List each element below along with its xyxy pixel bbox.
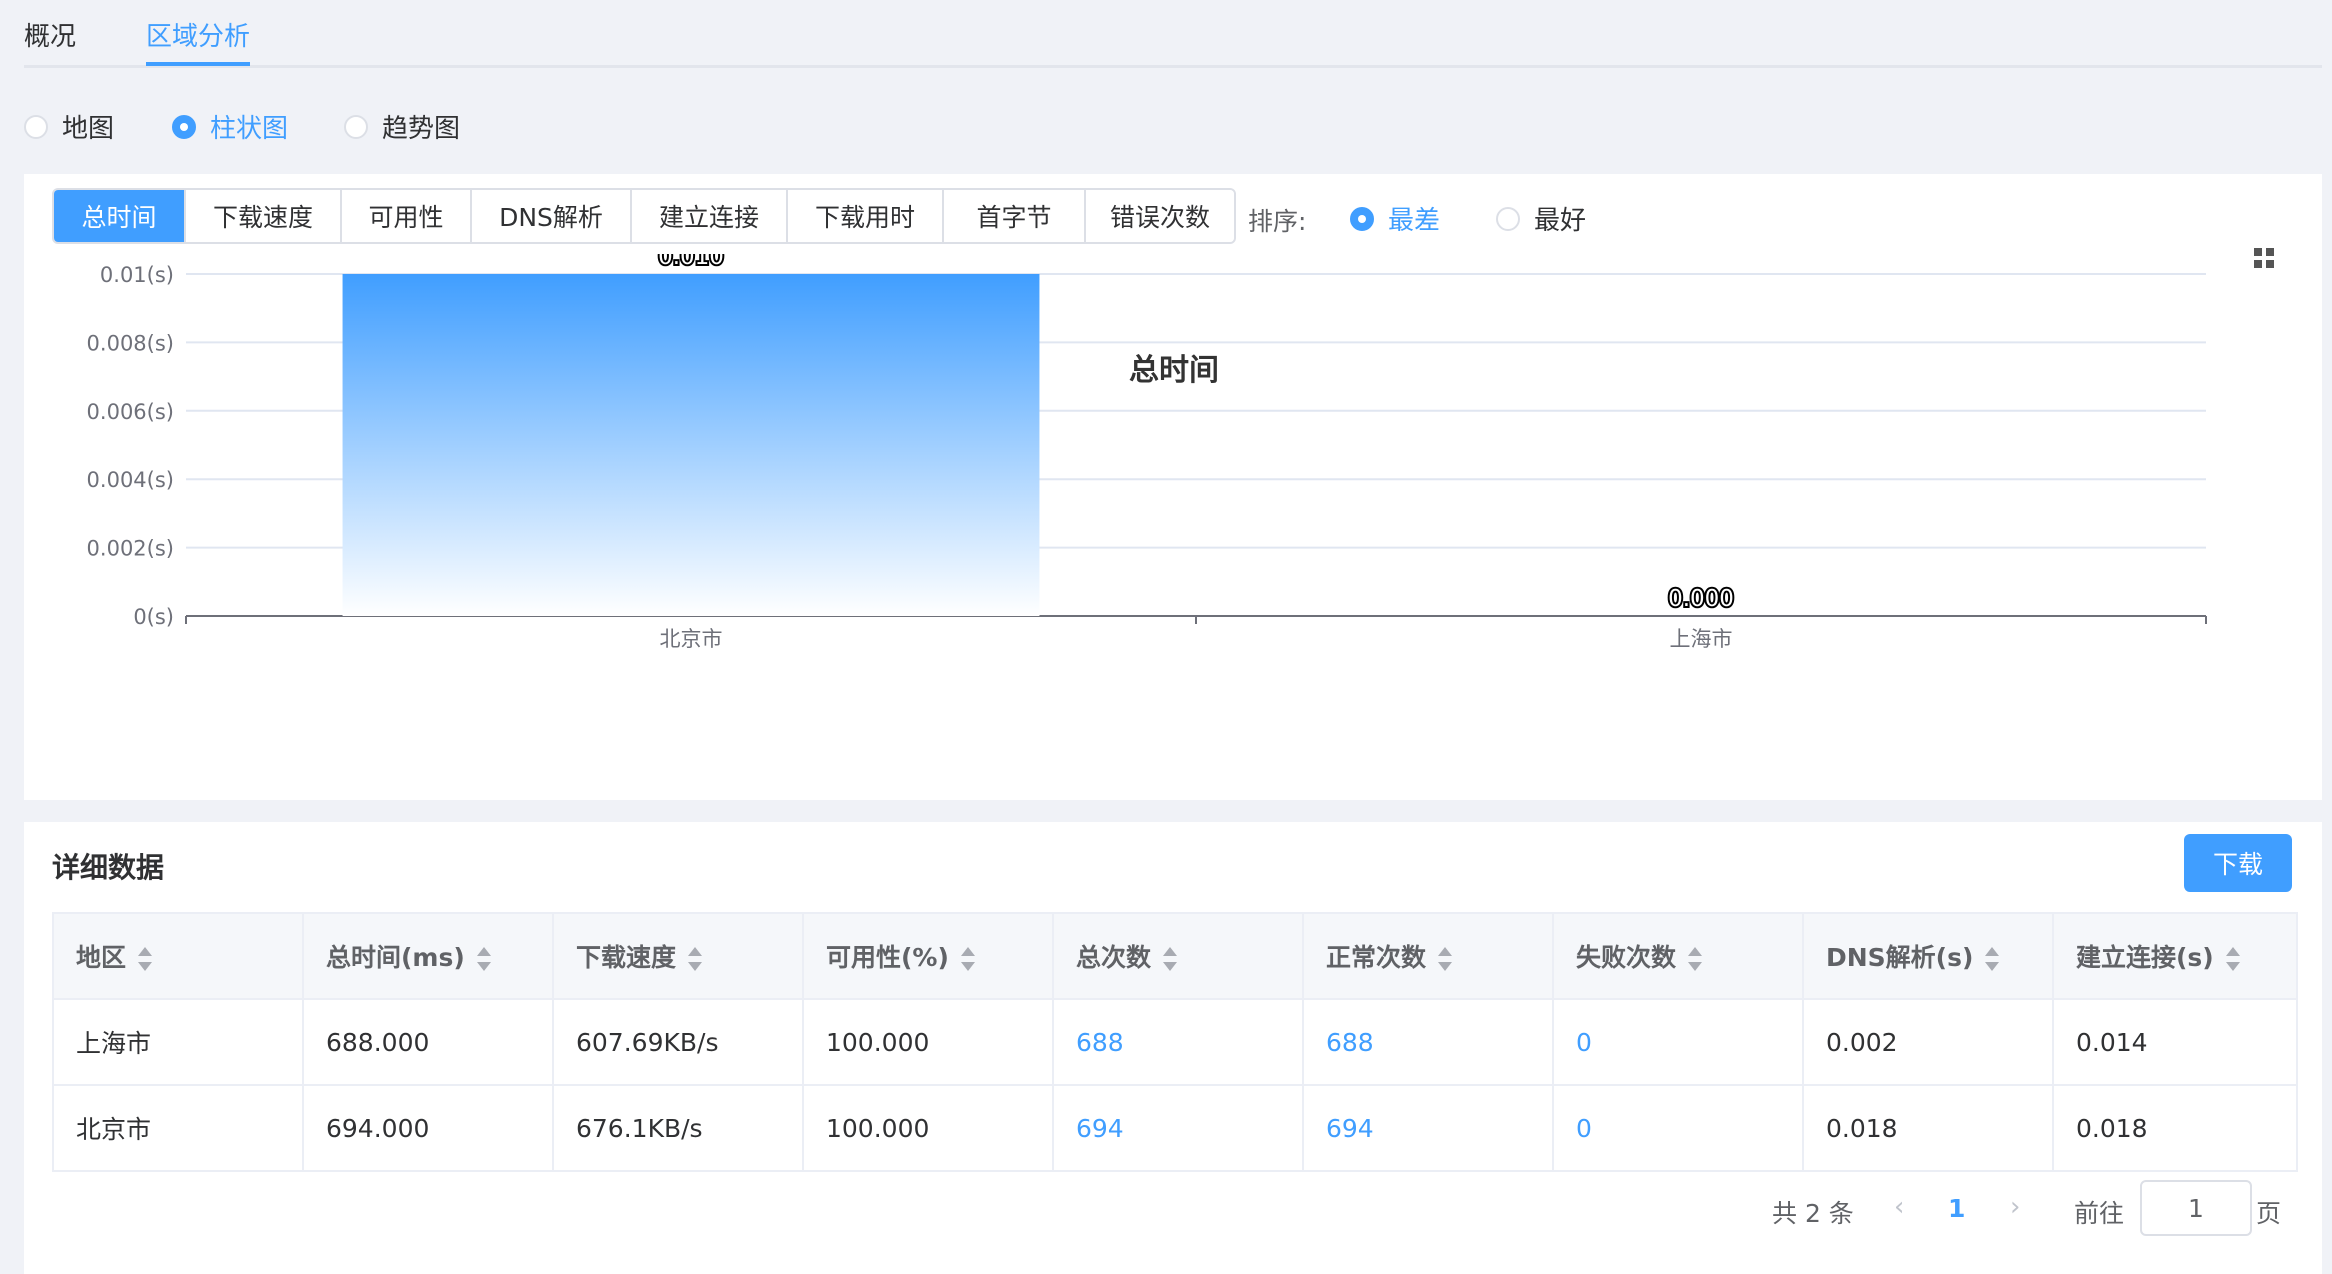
- radio-circle-icon: [344, 114, 368, 139]
- sort-caret-icon[interactable]: [1985, 947, 2000, 971]
- tab-overview[interactable]: 概况: [24, 16, 76, 53]
- metric-tab-availability[interactable]: 可用性: [342, 190, 472, 242]
- sort-caret-icon[interactable]: [1688, 947, 1703, 971]
- radio-checked-icon: [172, 114, 196, 139]
- cell-total-count-link[interactable]: 694: [1053, 1085, 1304, 1172]
- bar-chart: 总时间 0(s) 0.002(s) 0.004(s) 0.006(s) 0.008(s)…: [87, 254, 2207, 651]
- detail-panel: 详细数据 下载 地区 总时间(ms) 下载速度 可用性(%) 总次数 正常次数 …: [24, 822, 2322, 1274]
- cell-dns: 0.002: [1803, 999, 2054, 1086]
- cell-normal-count-link[interactable]: 688: [1303, 999, 1554, 1086]
- view-mode-bar-radio[interactable]: 柱状图: [172, 108, 288, 145]
- cell-connect: 0.014: [2053, 999, 2298, 1086]
- active-tab-indicator: [146, 62, 250, 66]
- y-tick-label: 0.006(s): [87, 400, 174, 424]
- pagination-page-suffix: 页: [2256, 1199, 2282, 1228]
- cell-connect: 0.018: [2053, 1085, 2298, 1172]
- y-tick-label: 0(s): [133, 605, 174, 629]
- sort-best-radio[interactable]: 最好: [1496, 200, 1586, 237]
- cell-region: 上海市: [53, 999, 304, 1086]
- sort-caret-icon[interactable]: [1163, 947, 1178, 971]
- column-header-region[interactable]: 地区: [53, 913, 304, 1000]
- sort-caret-icon[interactable]: [960, 947, 975, 971]
- sort-caret-icon[interactable]: [688, 947, 703, 971]
- data-label: 0.010: [658, 254, 724, 270]
- table-header-row: 地区 总时间(ms) 下载速度 可用性(%) 总次数 正常次数 失败次数 DNS…: [53, 913, 2298, 1000]
- cell-availability: 100.000: [803, 1085, 1054, 1172]
- column-header-availability[interactable]: 可用性(%): [803, 913, 1054, 1000]
- pagination: 共 2 条 ‹ 1 › 前往 页: [24, 1180, 2322, 1240]
- view-mode-map-label: 地图: [62, 114, 115, 144]
- tab-region-analysis[interactable]: 区域分析: [146, 16, 250, 53]
- table-row: 上海市 688.000 607.69KB/s 100.000 688 688 0…: [53, 999, 2298, 1086]
- top-tabs: 概况 区域分析: [24, 0, 2322, 68]
- chart-panel: 总时间 下载速度 可用性 DNS解析 建立连接 下载用时 首字节 错误次数 排序…: [24, 174, 2322, 800]
- x-tick-label: 北京市: [660, 627, 723, 651]
- metric-tab-errors[interactable]: 错误次数: [1086, 190, 1234, 242]
- metric-tabs: 总时间 下载速度 可用性 DNS解析 建立连接 下载用时 首字节 错误次数: [52, 188, 1236, 244]
- metric-tab-dns[interactable]: DNS解析: [472, 190, 632, 242]
- pagination-total: 共 2 条: [1772, 1199, 1854, 1228]
- cell-total-count-link[interactable]: 688: [1053, 999, 1304, 1086]
- chart-title: 总时间: [1129, 353, 1219, 388]
- metric-tab-download-time[interactable]: 下载用时: [788, 190, 944, 242]
- cell-normal-count-link[interactable]: 694: [1303, 1085, 1554, 1172]
- cell-total-time: 688.000: [303, 999, 554, 1086]
- metric-tab-first-byte[interactable]: 首字节: [944, 190, 1086, 242]
- column-header-total-time[interactable]: 总时间(ms): [303, 913, 554, 1000]
- cell-total-time: 694.000: [303, 1085, 554, 1172]
- cell-download-speed: 676.1KB/s: [553, 1085, 804, 1172]
- column-header-fail-count[interactable]: 失败次数: [1553, 913, 1804, 1000]
- sort-label: 排序:: [1248, 207, 1307, 236]
- sort-caret-icon[interactable]: [1438, 947, 1453, 971]
- detail-table: 地区 总时间(ms) 下载速度 可用性(%) 总次数 正常次数 失败次数 DNS…: [52, 912, 2298, 1172]
- sort-best-label: 最好: [1534, 206, 1587, 236]
- metric-tab-total-time[interactable]: 总时间: [54, 190, 186, 242]
- y-tick-label: 0.01(s): [100, 263, 174, 287]
- y-tick-label: 0.008(s): [87, 331, 174, 355]
- cell-fail-count-link[interactable]: 0: [1553, 1085, 1804, 1172]
- view-mode-map-radio[interactable]: 地图: [24, 108, 114, 145]
- prev-page-icon[interactable]: ‹: [1894, 1192, 1904, 1222]
- pagination-goto-input[interactable]: [2140, 1180, 2252, 1236]
- detail-title: 详细数据: [52, 851, 165, 884]
- sort-worst-radio[interactable]: 最差: [1350, 200, 1440, 237]
- sort-caret-icon[interactable]: [138, 947, 153, 971]
- view-mode-bar-label: 柱状图: [210, 114, 289, 144]
- cell-dns: 0.018: [1803, 1085, 2054, 1172]
- bar[interactable]: [342, 274, 1040, 616]
- column-header-download-speed[interactable]: 下载速度: [553, 913, 804, 1000]
- cell-fail-count-link[interactable]: 0: [1553, 999, 1804, 1086]
- column-header-total-count[interactable]: 总次数: [1053, 913, 1304, 1000]
- pagination-goto-label: 前往: [2074, 1199, 2125, 1228]
- cell-availability: 100.000: [803, 999, 1054, 1086]
- table-row: 北京市 694.000 676.1KB/s 100.000 694 694 0 …: [53, 1085, 2298, 1172]
- view-mode-trend-radio[interactable]: 趋势图: [344, 108, 460, 145]
- radio-circle-icon: [24, 114, 48, 139]
- y-tick-label: 0.002(s): [87, 537, 174, 561]
- sort-worst-label: 最差: [1388, 206, 1441, 236]
- column-header-connect[interactable]: 建立连接(s): [2053, 913, 2298, 1000]
- download-button[interactable]: 下载: [2184, 834, 2292, 892]
- radio-circle-icon: [1496, 206, 1520, 231]
- x-tick-label: 上海市: [1670, 627, 1733, 651]
- column-header-normal-count[interactable]: 正常次数: [1303, 913, 1554, 1000]
- radio-checked-icon: [1350, 206, 1374, 231]
- data-label: 0.000: [1668, 586, 1734, 612]
- cell-region: 北京市: [53, 1085, 304, 1172]
- metric-tab-download-speed[interactable]: 下载速度: [186, 190, 342, 242]
- y-tick-label: 0.004(s): [87, 468, 174, 492]
- view-mode-trend-label: 趋势图: [382, 114, 461, 144]
- sort-caret-icon[interactable]: [476, 947, 491, 971]
- page-number-current[interactable]: 1: [1948, 1194, 1965, 1223]
- sort-caret-icon[interactable]: [2225, 947, 2240, 971]
- column-header-dns[interactable]: DNS解析(s): [1803, 913, 2054, 1000]
- cell-download-speed: 607.69KB/s: [553, 999, 804, 1086]
- metric-tab-connect[interactable]: 建立连接: [632, 190, 788, 242]
- next-page-icon[interactable]: ›: [2010, 1192, 2020, 1222]
